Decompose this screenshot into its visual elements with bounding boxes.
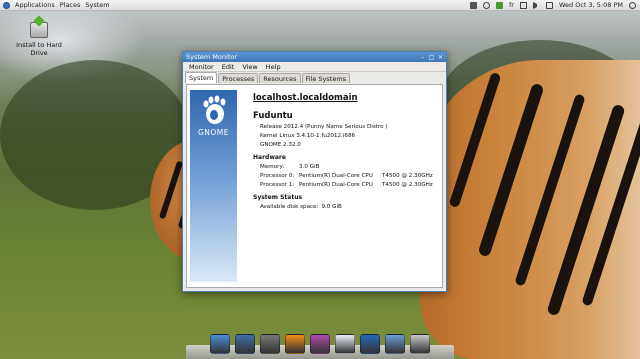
update-icon[interactable] <box>496 1 504 9</box>
volume-icon[interactable] <box>532 1 540 9</box>
menu-help[interactable]: Help <box>266 63 281 71</box>
disk-space-value: 9.0 GiB <box>321 204 342 210</box>
processor-1-speed: T4500 @ 2.30GHz <box>382 182 433 188</box>
menu-view[interactable]: View <box>242 63 257 71</box>
window-menubar: Monitor Edit View Help <box>183 62 446 72</box>
applications-menu-icon <box>3 1 10 9</box>
folder-icon[interactable] <box>385 334 405 354</box>
envelope-icon[interactable] <box>519 1 527 9</box>
distro-name: Fuduntu <box>253 111 293 121</box>
processor-0-row: Processor 0: Pentium(R) Dual-Core CPU T4… <box>260 173 433 179</box>
chrome-icon[interactable] <box>210 334 230 354</box>
hostname: localhost.localdomain <box>253 93 358 103</box>
system-monitor-window: System Monitor – □ × Monitor Edit View H… <box>182 51 447 292</box>
system-tray: fr Wed Oct 3, 5:08 PM <box>470 1 640 9</box>
close-icon[interactable]: × <box>437 54 444 61</box>
processor-0-model: Pentium(R) Dual-Core CPU <box>299 173 373 179</box>
top-panel: Applications Places System fr Wed Oct 3,… <box>0 0 640 11</box>
memory-label: Memory: <box>260 164 285 170</box>
tab-system[interactable]: System <box>185 72 218 83</box>
kernel-info: Kernel Linux 3.4.10-1.fu2012.i686 <box>260 133 356 139</box>
processor-1-label: Processor 1: <box>260 182 295 188</box>
tab-bar: System Processes Resources File Systems <box>183 72 446 83</box>
memory-row: Memory: 3.0 GiB <box>260 164 433 170</box>
system-menu[interactable]: System <box>85 1 109 9</box>
clock[interactable]: Wed Oct 3, 5:08 PM <box>559 1 623 9</box>
processor-0-speed: T4500 @ 2.30GHz <box>382 173 433 179</box>
user-menu-icon[interactable] <box>629 1 636 9</box>
network-icon[interactable] <box>470 1 478 9</box>
settings-icon[interactable] <box>483 1 491 9</box>
menu-monitor[interactable]: Monitor <box>189 63 214 71</box>
memory-value: 3.0 GiB <box>299 164 320 170</box>
processor-1-model: Pentium(R) Dual-Core CPU <box>299 182 373 188</box>
tab-file-systems[interactable]: File Systems <box>301 73 351 83</box>
window-title: System Monitor <box>186 53 238 61</box>
settings-icon[interactable] <box>260 334 280 354</box>
tab-processes[interactable]: Processes <box>218 73 259 83</box>
system-tab-content: GNOME localhost.localdomain Fuduntu Rele… <box>186 84 443 288</box>
document-icon[interactable] <box>335 334 355 354</box>
menu-edit[interactable]: Edit <box>222 63 235 71</box>
processor-0-label: Processor 0: <box>260 173 295 179</box>
tab-resources[interactable]: Resources <box>259 73 301 83</box>
places-menu[interactable]: Places <box>60 1 81 9</box>
hard-drive-icon <box>30 22 48 38</box>
gnome-foot-icon <box>203 95 225 124</box>
gnome-logo-text: GNOME <box>197 128 230 137</box>
disk-space-row: Available disk space: 9.0 GiB <box>260 204 433 210</box>
disk-space-label: Available disk space: <box>260 204 319 210</box>
keyboard-layout[interactable]: fr <box>509 1 514 9</box>
music-icon[interactable] <box>310 334 330 354</box>
applications-menu[interactable]: Applications <box>15 1 55 9</box>
maximize-icon[interactable]: □ <box>428 54 435 61</box>
vlc-icon[interactable] <box>285 334 305 354</box>
system-info: localhost.localdomain Fuduntu Release 20… <box>237 85 433 287</box>
processor-1-row: Processor 1: Pentium(R) Dual-Core CPU T4… <box>260 182 433 188</box>
window-titlebar[interactable]: System Monitor – □ × <box>183 52 446 62</box>
desktop-icon-install[interactable]: Install to Hard Drive <box>8 22 70 57</box>
system-status-heading: System Status <box>253 194 303 201</box>
power-icon[interactable] <box>545 1 553 9</box>
trash-icon[interactable] <box>410 334 430 354</box>
desktop-icon-label: Install to Hard Drive <box>16 41 62 57</box>
gnome-logo-panel: GNOME <box>190 90 237 282</box>
dock <box>196 325 444 359</box>
mail-stamp-icon[interactable] <box>235 334 255 354</box>
release-info: Release 2012.4 (Punny Name Serious Distr… <box>260 124 388 130</box>
system-monitor-icon[interactable] <box>360 334 380 354</box>
gnome-version: GNOME 2.32.0 <box>260 142 301 148</box>
hardware-heading: Hardware <box>253 154 286 161</box>
minimize-icon[interactable]: – <box>419 54 426 61</box>
